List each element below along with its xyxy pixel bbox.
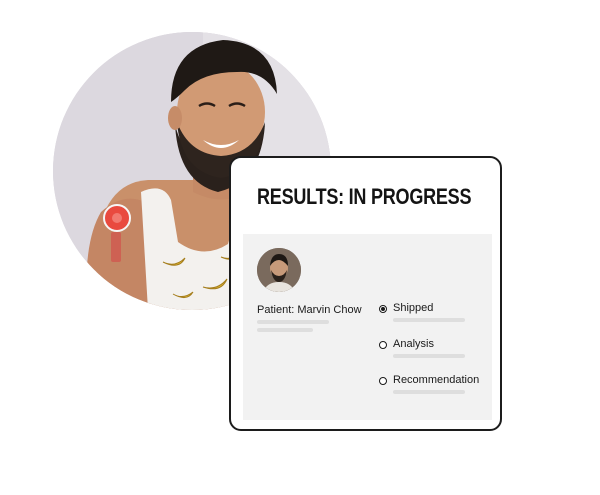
patient-detail-placeholder [257,328,313,332]
status-label: Analysis [393,338,434,350]
radio-unchecked-icon[interactable] [379,341,387,349]
radio-unchecked-icon[interactable] [379,377,387,385]
radio-checked-icon[interactable] [379,305,387,313]
avatar-illustration [257,248,301,292]
results-panel: Patient: Marvin Chow Shipped Analysis Re… [243,234,492,420]
status-placeholder-bar [393,318,465,322]
results-title: RESULTS: IN PROGRESS [257,184,472,209]
status-placeholder-bar [393,390,465,394]
status-item-shipped[interactable]: Shipped [379,302,489,332]
status-item-recommendation[interactable]: Recommendation [379,374,489,404]
patient-avatar [257,248,301,292]
results-card: RESULTS: IN PROGRESS Patient: Marvin Cho… [229,156,502,431]
status-item-analysis[interactable]: Analysis [379,338,489,368]
status-label: Shipped [393,302,434,314]
status-label: Recommendation [393,374,480,386]
patient-name: Patient: Marvin Chow [257,304,362,316]
patient-detail-placeholder [257,320,329,324]
status-placeholder-bar [393,354,465,358]
